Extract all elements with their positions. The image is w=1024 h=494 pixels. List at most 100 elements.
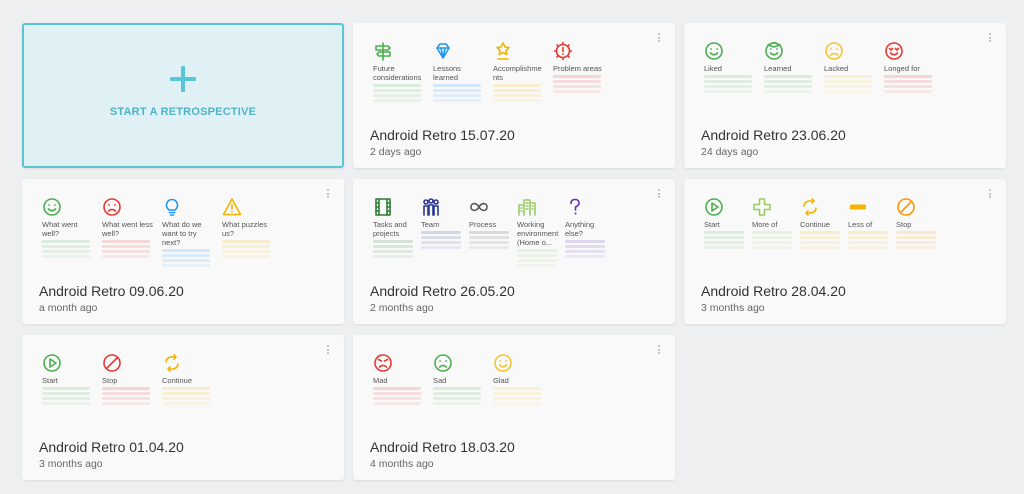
card-preview-bar — [493, 84, 541, 87]
retro-column: What went less well? — [102, 197, 154, 258]
frown-icon — [103, 198, 121, 216]
retro-column-label: Glad — [493, 376, 509, 385]
card-preview-bar — [42, 245, 90, 248]
retro-column: Process — [469, 197, 513, 249]
card-preview-bar — [433, 84, 481, 87]
card-menu-icon[interactable] — [989, 33, 992, 42]
retro-column-label: Working environment (Home o... — [517, 220, 559, 247]
retro-column: Mad — [373, 353, 425, 405]
card-preview-bar — [517, 249, 557, 252]
retro-column-label: Mad — [373, 376, 388, 385]
warning-icon — [222, 198, 242, 216]
card-preview-bar — [42, 397, 90, 400]
card-preview-bar — [493, 94, 541, 97]
retro-column: Start — [42, 353, 94, 405]
infinity-icon — [470, 202, 488, 212]
card-menu-icon[interactable] — [989, 189, 992, 198]
retro-column-label: More of — [752, 220, 778, 229]
card-preview-bar — [373, 84, 421, 87]
card-preview-bar — [896, 241, 936, 244]
card-preview-bar — [42, 402, 90, 405]
retro-column-label: Accomplishments — [493, 64, 542, 82]
retro-card[interactable]: Tasks and projects Team Process Working env… — [353, 179, 675, 324]
retro-column-label: Learned — [764, 64, 792, 73]
start-retrospective-button[interactable]: START A RETROSPECTIVE — [22, 23, 344, 168]
card-preview-bar — [433, 94, 481, 97]
card-menu-icon[interactable] — [658, 345, 661, 354]
card-menu-icon[interactable] — [658, 33, 661, 42]
retro-title: Android Retro 15.07.20 — [370, 127, 515, 143]
card-preview-bar — [162, 402, 210, 405]
card-menu-icon[interactable] — [658, 189, 661, 198]
card-preview-bar — [421, 236, 461, 239]
retro-column: Stop — [102, 353, 154, 405]
card-preview-bar — [469, 231, 509, 234]
card-preview-bar — [800, 241, 840, 244]
retro-column-label: Continue — [800, 220, 831, 229]
signpost-icon — [375, 42, 391, 61]
cycle-icon — [803, 198, 817, 216]
card-preview-bar — [433, 402, 481, 405]
retro-card[interactable]: Mad Sad Glad Android Retro 18.03.20 4 mont… — [353, 335, 675, 480]
card-preview-bar — [565, 245, 605, 248]
smile-icon — [494, 354, 512, 372]
card-preview-bar — [102, 240, 150, 243]
retro-column-label: Lessons learned — [433, 64, 461, 82]
retro-column: Less of — [848, 197, 892, 249]
love-face-icon — [885, 42, 903, 60]
card-preview-bar — [373, 387, 421, 390]
retro-card[interactable]: What went well? What went less well? What … — [22, 179, 344, 324]
card-preview-bar — [848, 236, 888, 239]
card-preview-bar — [102, 397, 150, 400]
retro-column-label: Process — [469, 220, 497, 229]
retro-card[interactable]: Liked Learned Lacked Longed for Android Ret… — [684, 23, 1006, 168]
card-preview-bar — [222, 255, 270, 258]
card-preview-bar — [764, 75, 812, 78]
card-preview-bar — [752, 246, 792, 249]
card-preview-bar — [884, 80, 932, 83]
retro-column: Lacked — [824, 41, 876, 93]
card-preview-bar — [517, 254, 557, 257]
retro-column-label: Start — [42, 376, 58, 385]
card-preview-bar — [752, 241, 792, 244]
card-preview-bar — [800, 246, 840, 249]
card-preview-bar — [42, 240, 90, 243]
card-preview-bar — [764, 80, 812, 83]
card-preview-bar — [517, 264, 557, 267]
card-preview-bar — [469, 241, 509, 244]
card-preview-bar — [704, 241, 744, 244]
retro-card[interactable]: Start More of Continue Less of Stop Android … — [684, 179, 1006, 324]
card-preview-bar — [848, 246, 888, 249]
play-icon — [705, 198, 723, 216]
card-menu-icon[interactable] — [327, 345, 330, 354]
card-preview-bar — [553, 75, 601, 78]
card-preview-bar — [493, 392, 541, 395]
retro-card[interactable]: Start Stop Continue Android Retro 01.04.20… — [22, 335, 344, 480]
retro-column-label: What do we want to try next? — [162, 220, 202, 247]
start-retrospective-label: START A RETROSPECTIVE — [109, 105, 257, 118]
bulb-icon — [165, 198, 179, 216]
card-preview-bar — [565, 240, 605, 243]
card-preview-bar — [752, 231, 792, 234]
card-preview-bar — [162, 249, 210, 252]
retro-title: Android Retro 26.05.20 — [370, 283, 515, 299]
card-preview-bar — [493, 397, 541, 400]
card-preview-bar — [704, 246, 744, 249]
retro-date-ago: 2 months ago — [370, 302, 434, 314]
retro-column: What puzzles us? — [222, 197, 274, 258]
retro-date-ago: 4 months ago — [370, 458, 434, 470]
card-preview-bar — [764, 90, 812, 93]
retro-column-label: Team — [421, 220, 440, 229]
retro-card[interactable]: Future considerations Lessons learned Acco… — [353, 23, 675, 168]
card-preview-bar — [162, 387, 210, 390]
card-preview-bar — [884, 85, 932, 88]
card-menu-icon[interactable] — [327, 189, 330, 198]
retro-column: Anything else? — [565, 197, 609, 258]
card-preview-bar — [824, 80, 872, 83]
retro-column: Liked — [704, 41, 756, 93]
card-preview-bar — [373, 245, 413, 248]
retro-column: Continue — [162, 353, 214, 405]
retro-column: Glad — [493, 353, 545, 405]
card-preview-bar — [162, 392, 210, 395]
card-preview-bar — [421, 246, 461, 249]
